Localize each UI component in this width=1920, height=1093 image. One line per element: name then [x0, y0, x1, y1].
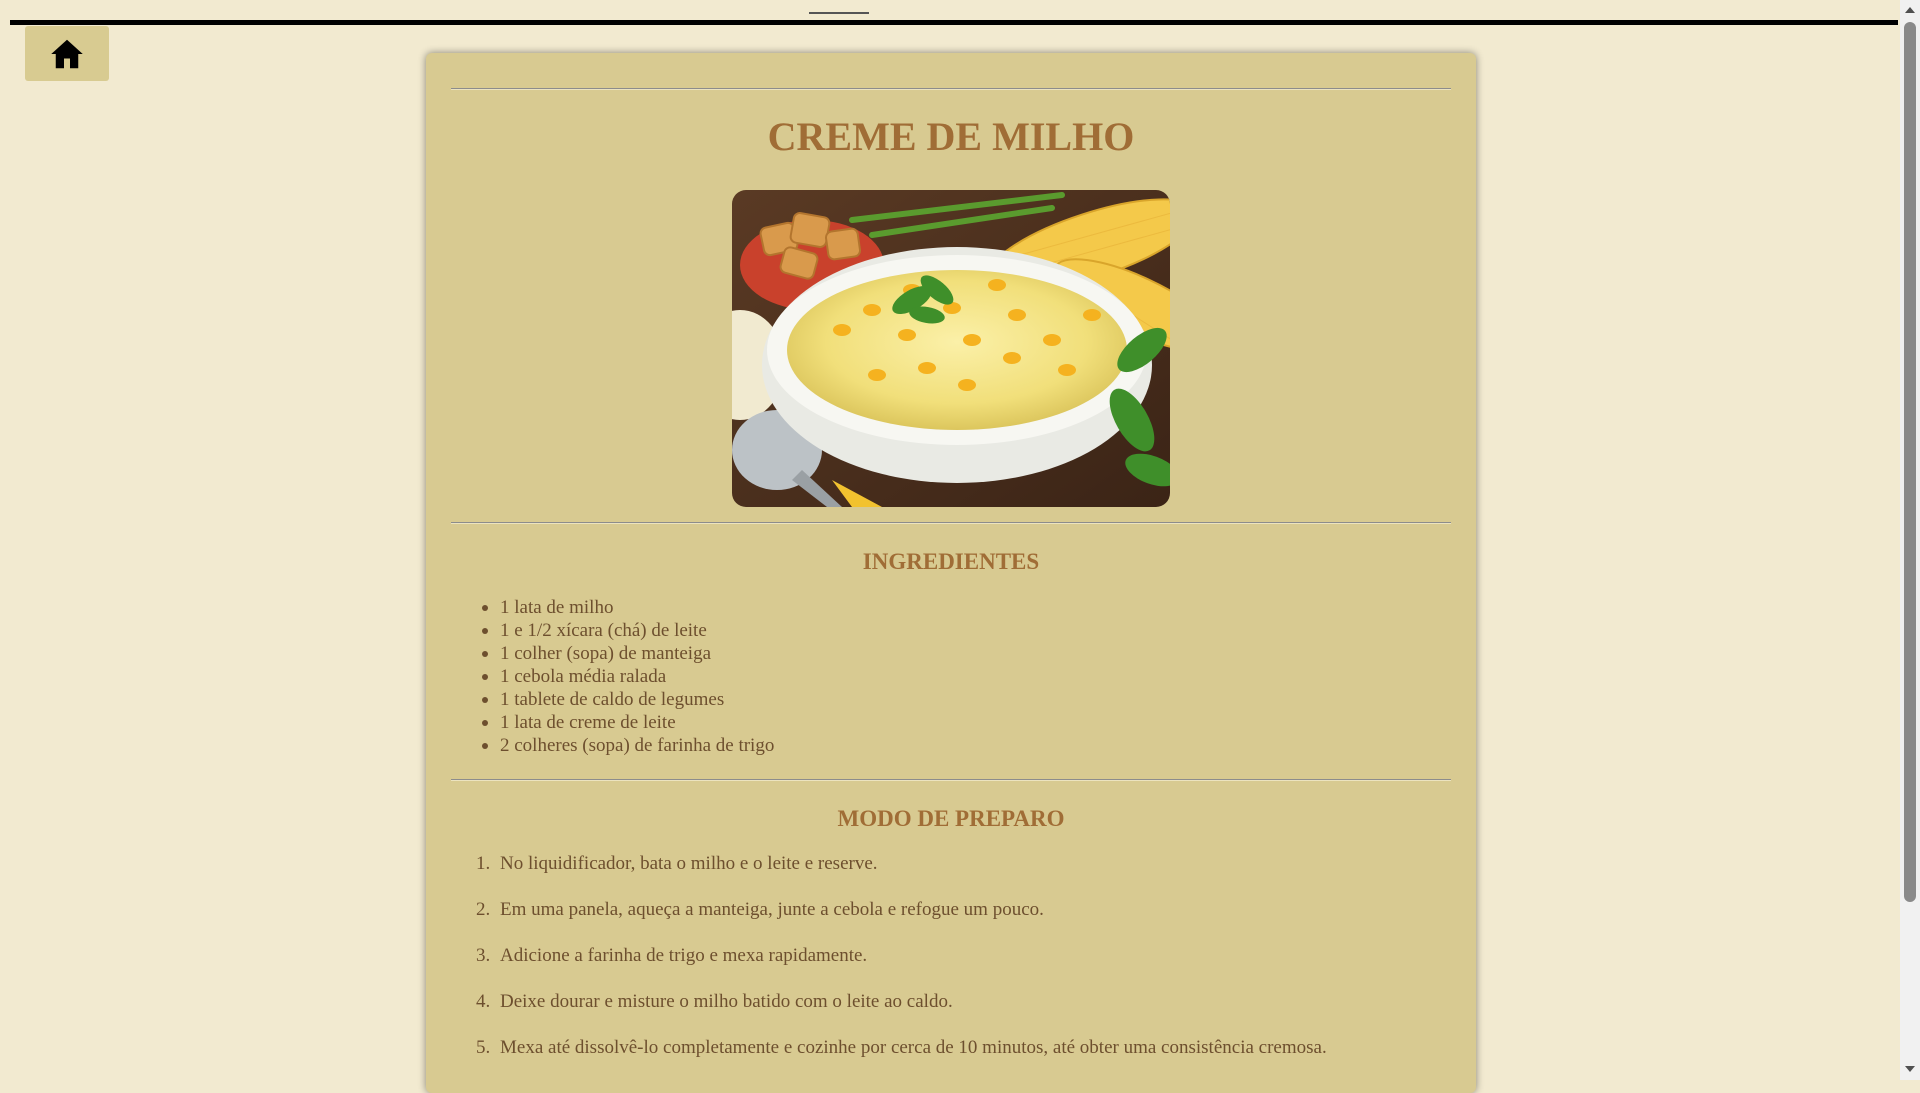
step-number: 1.	[476, 853, 491, 874]
ingredients-heading: INGREDIENTES	[862, 549, 1040, 574]
home-icon	[51, 39, 83, 68]
steps-heading: MODO DE PREPARO	[837, 806, 1065, 831]
scroll-down-arrow-icon[interactable]	[1905, 1066, 1915, 1072]
list-item: 1 colher (sopa) de manteiga	[476, 642, 774, 665]
list-item: 1 lata de milho	[476, 596, 774, 619]
step-text: Deixe dourar e misture o milho batido co…	[500, 991, 953, 1012]
step-number: 3.	[476, 945, 491, 966]
step-text: Adicione a farinha de trigo e mexa rapid…	[500, 945, 868, 966]
scroll-thumb[interactable]	[1904, 22, 1916, 902]
step-number: 2.	[476, 899, 491, 920]
list-item: 2. Em uma panela, aqueça a manteiga, junt…	[476, 898, 1327, 921]
ingredients-list: 1 lata de milho 1 e 1/2 xícara (chá) de …	[476, 596, 774, 757]
home-button[interactable]	[25, 26, 109, 81]
top-border	[10, 20, 1898, 25]
vertical-scrollbar[interactable]	[1900, 0, 1920, 1080]
list-item: 4. Deixe dourar e misture o milho batido …	[476, 990, 1327, 1013]
list-item: 1 cebola média ralada	[476, 665, 774, 688]
scroll-up-arrow-icon[interactable]	[1905, 7, 1915, 13]
list-item: 1 e 1/2 xícara (chá) de leite	[476, 619, 774, 642]
divider	[451, 779, 1451, 781]
list-item: 1. No liquidificador, bata o milho e o le…	[476, 852, 1327, 875]
recipe-title: CREME DE MILHO	[767, 114, 1135, 159]
divider	[451, 88, 1451, 90]
step-text: No liquidificador, bata o milho e o leit…	[500, 853, 878, 874]
list-item: 5. Mexa até dissolvê-lo completamente e c…	[476, 1036, 1327, 1059]
list-item: 1 tablete de caldo de legumes	[476, 688, 774, 711]
recipe-photo	[732, 190, 1170, 507]
list-item: 3. Adicione a farinha de trigo e mexa rap…	[476, 944, 1327, 967]
list-item: 1 lata de creme de leite	[476, 711, 774, 734]
divider	[451, 522, 1451, 524]
top-nav-underline	[809, 12, 869, 14]
steps-list: 1. No liquidificador, bata o milho e o le…	[476, 852, 1327, 1082]
list-item: 2 colheres (sopa) de farinha de trigo	[476, 734, 774, 757]
step-text: Mexa até dissolvê-lo completamente e coz…	[500, 1037, 1327, 1058]
step-text: Em uma panela, aqueça a manteiga, junte …	[500, 899, 1044, 920]
step-number: 4.	[476, 991, 491, 1012]
step-number: 5.	[476, 1037, 491, 1058]
recipe-card: CREME DE MILHO INGREDIENTES 1 lata de mi…	[426, 53, 1476, 1093]
